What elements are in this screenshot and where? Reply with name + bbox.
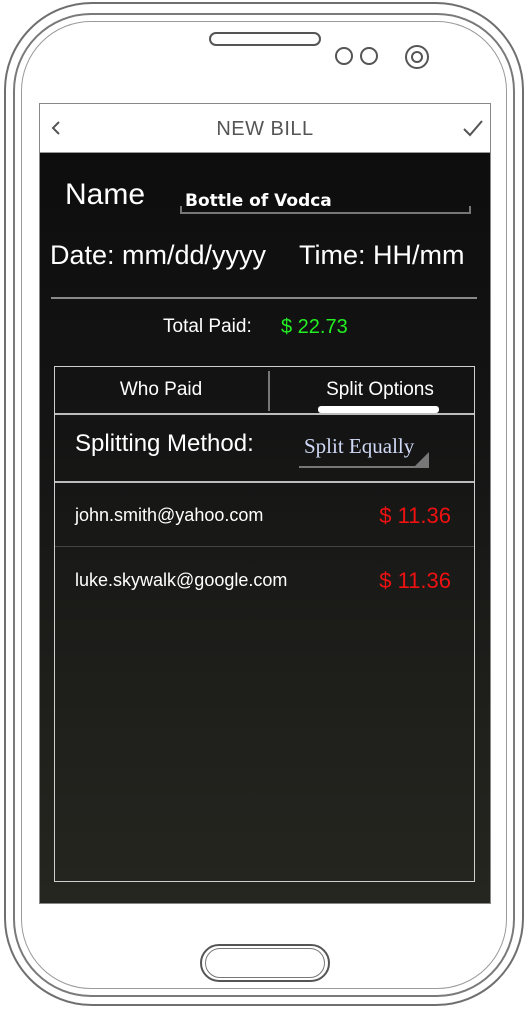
splitting-method-label: Splitting Method: (75, 430, 254, 457)
title-bar: NEW BILL (40, 104, 490, 153)
home-button-inner (205, 948, 325, 978)
list-item[interactable]: luke.skywalk@google.com $ 11.36 (55, 548, 474, 612)
active-tab-indicator (318, 406, 439, 413)
tab-who-paid[interactable]: Who Paid (54, 366, 268, 414)
sensor-icon (360, 47, 378, 65)
name-input[interactable]: Bottle of Vodca (180, 188, 471, 214)
dropdown-corner-icon (415, 452, 429, 466)
tabs-bottom-border (55, 413, 474, 415)
time-field[interactable]: Time: HH/mm (299, 240, 464, 271)
page-title: NEW BILL (216, 118, 314, 140)
list-item[interactable]: john.smith@yahoo.com $ 11.36 (55, 483, 474, 547)
camera-lens-icon (411, 51, 423, 63)
name-label: Name (65, 178, 146, 211)
participant-email: luke.skywalk@google.com (75, 570, 288, 590)
check-icon (463, 120, 483, 137)
speaker-grille (209, 32, 321, 46)
total-paid-value: $ 22.73 (281, 316, 348, 338)
participant-email: john.smith@yahoo.com (75, 505, 264, 525)
splitting-method-select[interactable]: Split Equally (299, 430, 429, 468)
divider (51, 297, 477, 299)
date-field[interactable]: Date: mm/dd/yyyy (50, 240, 266, 271)
total-paid-label: Total Paid: (163, 316, 252, 337)
sensor-icon (335, 47, 353, 65)
participant-amount: $ 11.36 (379, 568, 451, 593)
row-divider (55, 546, 474, 547)
confirm-button[interactable] (460, 114, 486, 142)
splitting-method-value: Split Equally (304, 434, 415, 458)
participant-amount: $ 11.36 (379, 503, 451, 528)
tab-divider (268, 371, 270, 411)
